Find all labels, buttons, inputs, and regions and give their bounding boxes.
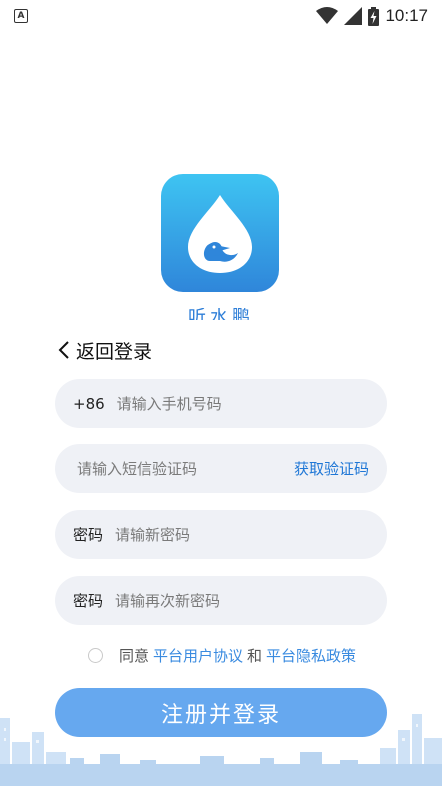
back-to-login-button[interactable]: 返回登录 xyxy=(58,337,152,363)
status-left: A xyxy=(14,9,28,23)
confirm-password-field: 密码 xyxy=(55,576,387,625)
app-logo xyxy=(161,174,279,292)
wifi-icon xyxy=(316,7,339,24)
cell-signal-icon xyxy=(344,7,363,25)
chevron-left-icon xyxy=(58,341,69,359)
confirm-password-input[interactable] xyxy=(115,591,369,610)
battery-charging-icon xyxy=(368,6,380,26)
agree-conjunction: 和 xyxy=(247,646,263,665)
phone-input[interactable] xyxy=(116,394,369,413)
agreement-checkbox[interactable] xyxy=(88,647,103,663)
status-bar: A 10:17 xyxy=(0,0,442,32)
password-label: 密码 xyxy=(73,526,104,544)
user-agreement-link[interactable]: 平台用户协议 xyxy=(153,645,243,666)
status-right: 10:17 xyxy=(316,6,428,26)
notification-app-icon: A xyxy=(14,9,28,23)
sms-code-field: 获取验证码 xyxy=(55,444,387,493)
confirm-password-label: 密码 xyxy=(73,592,104,610)
app-name: 听水鹏 xyxy=(188,308,254,320)
phone-field: +86 xyxy=(55,379,387,428)
back-label: 返回登录 xyxy=(76,340,153,363)
agreement-row: 同意 平台用户协议 和 平台隐私政策 xyxy=(88,644,360,666)
agree-prefix: 同意 xyxy=(119,646,150,665)
drop-duck-icon xyxy=(188,195,252,273)
get-code-button[interactable]: 获取验证码 xyxy=(294,458,369,479)
country-code[interactable]: +86 xyxy=(73,395,105,413)
new-password-field: 密码 xyxy=(55,510,387,559)
sms-code-input[interactable] xyxy=(73,459,294,478)
privacy-policy-link[interactable]: 平台隐私政策 xyxy=(266,645,356,666)
clock: 10:17 xyxy=(385,6,428,25)
register-and-login-button[interactable]: 注册并登录 xyxy=(55,688,387,737)
new-password-input[interactable] xyxy=(115,525,369,544)
